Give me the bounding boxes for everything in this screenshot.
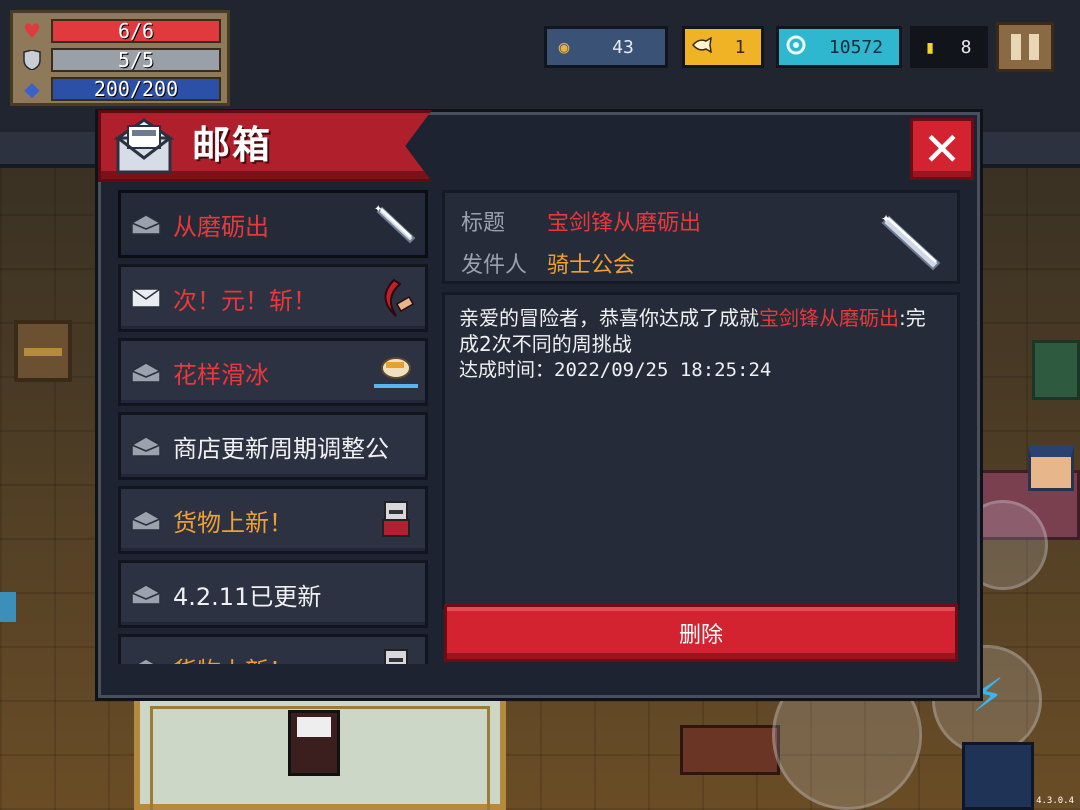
mailbox-title: 邮箱 bbox=[192, 123, 273, 167]
crescent-blade-icon bbox=[371, 272, 421, 324]
mail-list-item[interactable]: 次！元！斩！ bbox=[118, 264, 428, 332]
green-terminal bbox=[1032, 340, 1080, 400]
energy-dot-icon: ▮ bbox=[924, 36, 936, 58]
mail-body: 亲爱的冒险者，恭喜你达成了成就宝剑锋从磨砺出:完成2次不同的周挑战 达成时间：2… bbox=[442, 292, 960, 610]
mail-item-title: 次！元！斩！ bbox=[173, 286, 317, 315]
robot-pet bbox=[962, 742, 1034, 810]
player-character bbox=[288, 710, 340, 776]
sender-field: 发件人 骑士公会 bbox=[461, 247, 635, 279]
shield-icon bbox=[19, 49, 45, 71]
subject-value: 宝剑锋从磨砺出 bbox=[547, 211, 702, 236]
mail-list[interactable]: 从磨砺出✦次！元！斩！花样滑冰商店更新周期调整公货物上新！4.2.11已更新货物… bbox=[118, 190, 428, 664]
mail-item-title: 货物上新！ bbox=[173, 508, 293, 537]
energy-row: ◆ 200/200 bbox=[19, 75, 221, 103]
coin-icon: ◉ bbox=[558, 36, 570, 58]
unread-envelope-icon bbox=[131, 287, 161, 309]
pause-button[interactable] bbox=[996, 22, 1054, 72]
svg-text:✦: ✦ bbox=[881, 212, 891, 226]
energy-counter: ▮ 8 bbox=[910, 26, 988, 68]
mail-item-title: 花样滑冰 bbox=[173, 360, 269, 389]
sword-icon: ✦ bbox=[879, 211, 949, 273]
mail-item-title: 商店更新周期调整公 bbox=[173, 434, 389, 463]
treasure-chest bbox=[14, 320, 72, 382]
energy-value: 200/200 bbox=[93, 77, 179, 101]
svg-text:✦: ✦ bbox=[374, 204, 382, 215]
npc-clerk bbox=[1028, 445, 1074, 491]
read-envelope-icon bbox=[131, 583, 161, 605]
blue-object bbox=[0, 592, 16, 622]
read-envelope-icon bbox=[131, 361, 161, 383]
mail-detail-header: 标题 宝剑锋从磨砺出 发件人 骑士公会 ✦ bbox=[442, 190, 960, 284]
merchant-icon bbox=[371, 642, 421, 664]
mail-item-title: 货物上新！ bbox=[173, 651, 371, 665]
sword-icon: ✦ bbox=[371, 198, 421, 250]
gem-icon bbox=[779, 35, 813, 60]
pause-icon bbox=[1011, 34, 1021, 60]
gems-counter: 10572 bbox=[776, 26, 902, 68]
close-button[interactable]: ✕ bbox=[910, 118, 974, 180]
merchant-icon bbox=[371, 494, 421, 546]
mail-envelope-icon bbox=[113, 116, 175, 176]
read-envelope-icon bbox=[131, 435, 161, 457]
read-envelope-icon bbox=[131, 657, 161, 664]
mail-list-item[interactable]: 货物上新！ bbox=[118, 634, 428, 664]
mail-list-item[interactable]: 商店更新周期调整公 bbox=[118, 412, 428, 480]
mail-item-title: 4.2.11已更新 bbox=[173, 582, 322, 611]
subject-field: 标题 宝剑锋从磨砺出 bbox=[461, 205, 701, 237]
mail-list-item[interactable]: 从磨砺出 ✦ bbox=[118, 190, 428, 258]
health-bar: 6/6 bbox=[51, 19, 221, 43]
mail-body-text: 亲爱的冒险者，恭喜你达成了成就宝剑锋从磨砺出:完成2次不同的周挑战 bbox=[459, 306, 926, 356]
armor-bar: 5/5 bbox=[51, 48, 221, 72]
achievement-name: 宝剑锋从磨砺出 bbox=[759, 306, 899, 330]
sender-label: 发件人 bbox=[461, 253, 528, 278]
read-envelope-icon bbox=[131, 509, 161, 531]
mana-gem-icon: ◆ bbox=[24, 77, 40, 101]
player-stats-panel: ♥ 6/6 5/5 ◆ 200/200 bbox=[10, 10, 230, 106]
read-envelope-icon bbox=[131, 213, 161, 235]
energy-bar: 200/200 bbox=[51, 77, 221, 101]
tea-table bbox=[680, 725, 780, 775]
mail-list-item[interactable]: 花样滑冰 bbox=[118, 338, 428, 406]
sender-value: 骑士公会 bbox=[547, 253, 636, 278]
fish-counter: 1 bbox=[682, 26, 764, 68]
delete-button[interactable]: 删除 bbox=[444, 604, 958, 662]
gems-value: 10572 bbox=[828, 36, 884, 58]
mail-list-item[interactable]: 货物上新！ bbox=[118, 486, 428, 554]
armor-row: 5/5 bbox=[19, 46, 221, 74]
heart-icon: ♥ bbox=[23, 19, 41, 43]
fish-value: 1 bbox=[734, 36, 746, 58]
armor-value: 5/5 bbox=[117, 48, 155, 72]
coins-value: 43 bbox=[612, 36, 634, 58]
skater-icon bbox=[371, 346, 421, 398]
mail-list-item[interactable]: 4.2.11已更新 bbox=[118, 560, 428, 628]
energy-small-value: 8 bbox=[960, 36, 972, 58]
health-row: ♥ 6/6 bbox=[19, 17, 221, 45]
subject-label: 标题 bbox=[461, 211, 506, 236]
version-label: 4.3.0.4 bbox=[1036, 796, 1074, 806]
mail-item-title: 从磨砺出 bbox=[173, 212, 269, 241]
achievement-time: 达成时间：2022/09/25 18:25:24 bbox=[459, 359, 772, 381]
health-value: 6/6 bbox=[117, 19, 155, 43]
coins-counter: ◉ 43 bbox=[544, 26, 668, 68]
fish-icon bbox=[685, 36, 719, 58]
